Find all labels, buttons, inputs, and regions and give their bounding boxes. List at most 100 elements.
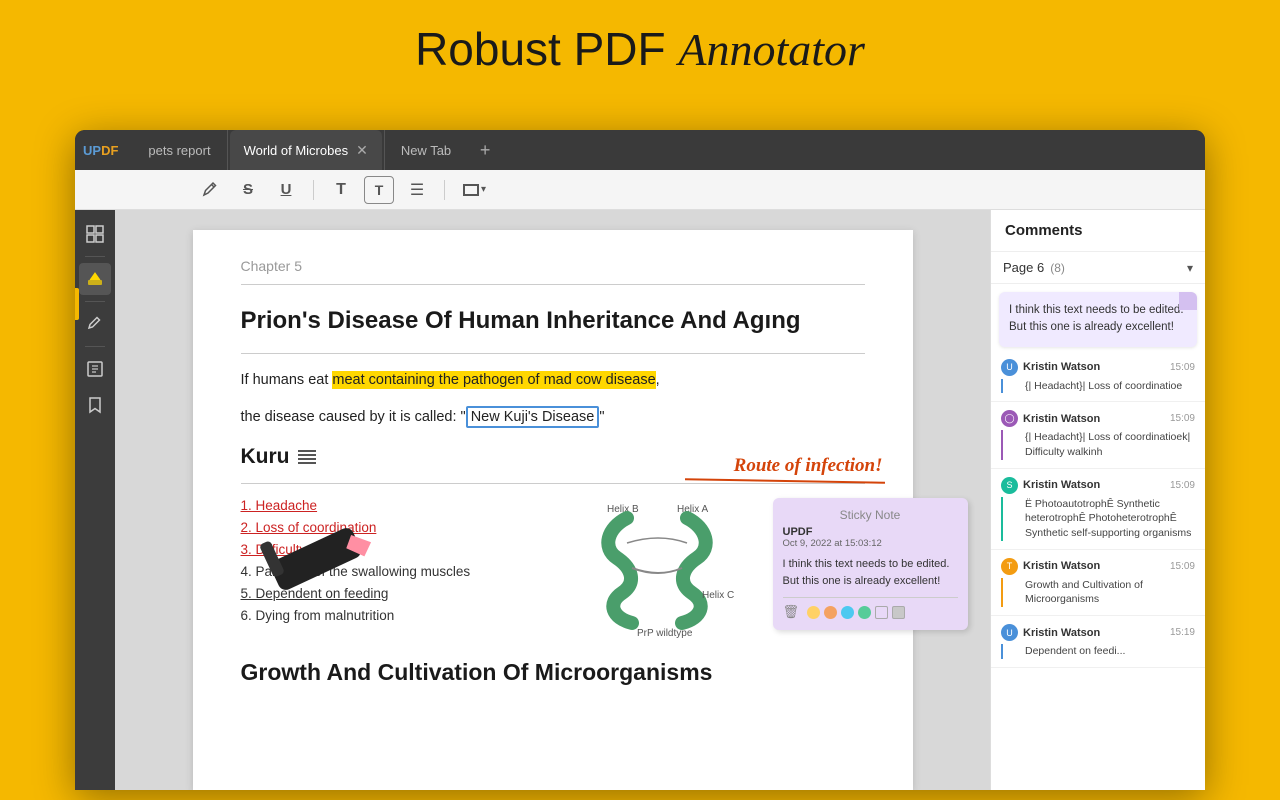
sticky-note-toolbar: 🗑 bbox=[783, 597, 958, 620]
kuru-align-icon bbox=[298, 450, 316, 464]
color-dot-orange[interactable] bbox=[824, 606, 837, 619]
align-tool-btn[interactable]: ☰ bbox=[402, 176, 432, 204]
sidebar-annotate-btn[interactable] bbox=[79, 308, 111, 340]
body-text-2b: " bbox=[599, 409, 604, 425]
page-section-header[interactable]: Page 6 (8) ▾ bbox=[991, 252, 1205, 284]
comment-body-4: Dependent on feedi... bbox=[1001, 644, 1195, 659]
color-dot-dark[interactable] bbox=[892, 606, 905, 619]
text-tool-btn[interactable]: T bbox=[326, 176, 356, 204]
header-title-cursive: Annotator bbox=[678, 24, 865, 75]
toolbar: S U T T ☰ ▾ bbox=[75, 170, 1205, 210]
comment-author-3: Kristin Watson bbox=[1023, 560, 1100, 572]
chevron-down-icon: ▾ bbox=[1187, 261, 1193, 275]
comment-avatar-2: S bbox=[1001, 477, 1018, 494]
active-comment[interactable]: I think this text needs to be edited. Bu… bbox=[999, 292, 1197, 347]
app-window: UPDF pets report World of Microbes ✕ New… bbox=[75, 130, 1205, 790]
sidebar-pages-btn[interactable] bbox=[79, 353, 111, 385]
comment-body-1: {| Headacht}| Loss of coordinatioek| Dif… bbox=[1001, 430, 1195, 459]
comment-avatar-0: U bbox=[1001, 359, 1018, 376]
annotation-text: Route of infection! bbox=[734, 455, 883, 477]
sticky-note-date: Oct 9, 2022 at 15:03:12 bbox=[783, 538, 958, 549]
tab-new-label: New Tab bbox=[401, 143, 451, 158]
list-column: 1. Headache 2. Loss of coordination 3. D… bbox=[241, 498, 561, 643]
comment-avatar-1: ◯ bbox=[1001, 410, 1018, 427]
pen-tool-btn[interactable] bbox=[195, 176, 225, 204]
comment-item-2[interactable]: S Kristin Watson 15:09 Ë PhotoautotrophÊ… bbox=[991, 469, 1205, 550]
list-item-1: 1. Headache bbox=[241, 498, 561, 513]
sticky-note-app: UPDF bbox=[783, 526, 958, 538]
sticky-note-title: Sticky Note bbox=[783, 508, 958, 522]
page-label: Page 6 bbox=[1003, 260, 1044, 275]
color-dot-teal[interactable] bbox=[841, 606, 854, 619]
tab-add-button[interactable]: + bbox=[471, 136, 499, 164]
comment-time-2: 15:09 bbox=[1170, 480, 1195, 491]
title-divider bbox=[241, 353, 865, 354]
textbox-tool-btn[interactable]: T bbox=[364, 176, 394, 204]
rect-tool-btn[interactable]: ▾ bbox=[457, 181, 492, 199]
tab-pets-report[interactable]: pets report bbox=[132, 130, 227, 170]
left-sidebar bbox=[75, 210, 115, 790]
comment-avatar-3: T bbox=[1001, 558, 1018, 575]
page-title: Prion's Disease Of Human Inheritance And… bbox=[241, 307, 865, 335]
comment-time-0: 15:09 bbox=[1170, 362, 1195, 373]
main-with-sidebar: Chapter 5 Prion's Disease Of Human Inher… bbox=[75, 210, 1205, 790]
content-area: S U T T ☰ ▾ bbox=[75, 170, 1205, 790]
comment-meta-3: T Kristin Watson 15:09 bbox=[1001, 558, 1195, 575]
sticky-note-header-bar: Sticky Note bbox=[783, 508, 958, 522]
comment-body-3: Growth and Cultivation of Microorganisms bbox=[1001, 578, 1195, 607]
sidebar-bookmark-btn[interactable] bbox=[79, 389, 111, 421]
content-columns: 1. Headache 2. Loss of coordination 3. D… bbox=[241, 498, 865, 643]
kuru-divider bbox=[241, 483, 865, 484]
rect-icon bbox=[463, 184, 479, 196]
body-text-1: If humans eat bbox=[241, 372, 333, 388]
comment-author-1: Kristin Watson bbox=[1023, 413, 1100, 425]
svg-text:Helix C: Helix C bbox=[702, 590, 734, 601]
comment-time-3: 15:09 bbox=[1170, 561, 1195, 572]
comment-meta-4: U Kristin Watson 15:19 bbox=[1001, 624, 1195, 641]
comment-meta-2: S Kristin Watson 15:09 bbox=[1001, 477, 1195, 494]
comments-panel: Comments Page 6 (8) ▾ I think this text … bbox=[990, 210, 1205, 790]
strikethrough-tool-btn[interactable]: S bbox=[233, 176, 263, 204]
comment-body-0: {| Headacht}| Loss of coordinatioe bbox=[1001, 379, 1195, 394]
body-text-1b: , bbox=[656, 372, 660, 388]
logo-df: DF bbox=[101, 143, 118, 158]
sidebar-sep3 bbox=[85, 346, 105, 347]
sidebar-sep1 bbox=[85, 256, 105, 257]
sidebar-highlight-btn[interactable] bbox=[79, 263, 111, 295]
comment-meta-1: ◯ Kristin Watson 15:09 bbox=[1001, 410, 1195, 427]
comment-item-0[interactable]: U Kristin Watson 15:09 {| Headacht}| Los… bbox=[991, 351, 1205, 403]
highlight-text-2: New Kuji's Disease bbox=[466, 406, 600, 428]
tab-new-tab[interactable]: New Tab bbox=[384, 130, 467, 170]
comment-item-3[interactable]: T Kristin Watson 15:09 Growth and Cultiv… bbox=[991, 550, 1205, 616]
color-dot-green[interactable] bbox=[858, 606, 871, 619]
comment-author-0: Kristin Watson bbox=[1023, 361, 1100, 373]
underline-tool-btn[interactable]: U bbox=[271, 176, 301, 204]
tab-bar: UPDF pets report World of Microbes ✕ New… bbox=[75, 130, 1205, 170]
list-item-5: 5. Dependent on feeding bbox=[241, 586, 561, 601]
comment-time-4: 15:19 bbox=[1170, 627, 1195, 638]
sticky-note: Sticky Note UPDF Oct 9, 2022 at 15:03:12… bbox=[773, 498, 968, 630]
logo: UPDF bbox=[83, 143, 118, 158]
comment-author-2: Kristin Watson bbox=[1023, 479, 1100, 491]
sidebar-thumbnails-btn[interactable] bbox=[79, 218, 111, 250]
sticky-delete-btn[interactable]: 🗑 bbox=[783, 604, 800, 620]
kuru-title-text: Kuru bbox=[241, 445, 290, 469]
app-header: Robust PDF Annotator bbox=[0, 22, 1280, 76]
comment-item-4[interactable]: U Kristin Watson 15:19 Dependent on feed… bbox=[991, 616, 1205, 668]
color-dot-yellow[interactable] bbox=[807, 606, 820, 619]
tab-close-btn[interactable]: ✕ bbox=[356, 142, 368, 159]
body-paragraph: If humans eat meat containing the pathog… bbox=[241, 368, 865, 393]
comment-count: (8) bbox=[1050, 261, 1065, 275]
comments-title: Comments bbox=[1005, 222, 1083, 239]
comment-item-1[interactable]: ◯ Kristin Watson 15:09 {| Headacht}| Los… bbox=[991, 402, 1205, 468]
color-dot-gray[interactable] bbox=[875, 606, 888, 619]
tab-world-microbes[interactable]: World of Microbes ✕ bbox=[230, 130, 382, 170]
sidebar-sep2 bbox=[85, 301, 105, 302]
header-title: Robust PDF Annotator bbox=[415, 23, 865, 75]
comment-meta-0: U Kristin Watson 15:09 bbox=[1001, 359, 1195, 376]
toolbar-sep1 bbox=[313, 180, 314, 200]
chapter-label: Chapter 5 bbox=[241, 258, 865, 274]
sidebar-highlight-indicator bbox=[75, 288, 79, 320]
pdf-scroll-area[interactable]: Chapter 5 Prion's Disease Of Human Inher… bbox=[115, 210, 990, 790]
body-text-2: the disease caused by it is called: " bbox=[241, 409, 466, 425]
